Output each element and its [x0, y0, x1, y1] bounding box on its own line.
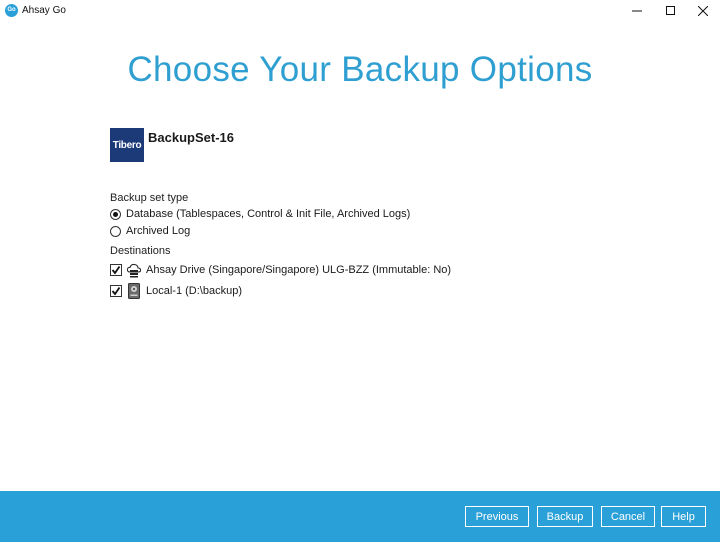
tibero-logo: Tibero: [110, 128, 144, 162]
close-button[interactable]: [686, 0, 720, 22]
page-title: Choose Your Backup Options: [127, 50, 593, 89]
destinations-label: Destinations: [110, 245, 171, 257]
destination-label: Local-1 (D:\backup): [146, 285, 242, 297]
title-bar: Go Ahsay Go: [0, 0, 720, 22]
minimize-icon: [632, 10, 642, 12]
destination-label: Ahsay Drive (Singapore/Singapore) ULG-BZ…: [146, 264, 452, 276]
radio-button[interactable]: [110, 208, 121, 220]
destination-ahsay-drive[interactable]: Ahsay Drive (Singapore/Singapore) ULG-BZ…: [110, 261, 451, 279]
help-button[interactable]: Help: [661, 506, 706, 527]
radio-button[interactable]: [110, 225, 121, 237]
checkbox[interactable]: [110, 285, 122, 297]
minimize-button[interactable]: [620, 0, 654, 22]
backup-set-type-label: Backup set type: [110, 192, 189, 204]
maximize-icon: [666, 6, 675, 15]
backup-button[interactable]: Backup: [537, 506, 593, 527]
maximize-button[interactable]: [654, 0, 688, 22]
radio-option-archived-log[interactable]: Archived Log: [110, 224, 190, 238]
radio-label: Archived Log: [126, 225, 191, 237]
backup-set-name: BackupSet-16: [148, 130, 234, 145]
previous-button[interactable]: Previous: [465, 506, 529, 527]
radio-option-database[interactable]: Database (Tablespaces, Control & Init Fi…: [110, 207, 410, 221]
app-logo-icon: Go: [5, 4, 18, 17]
cancel-button[interactable]: Cancel: [601, 506, 655, 527]
checkbox[interactable]: [110, 264, 122, 276]
cloud-drive-icon: [126, 262, 142, 278]
checkmark-icon: [111, 286, 121, 296]
radio-label: Database (Tablespaces, Control & Init Fi…: [126, 208, 411, 220]
close-icon: [698, 6, 708, 16]
destination-local-1[interactable]: Local-1 (D:\backup): [110, 282, 242, 300]
checkmark-icon: [111, 265, 121, 275]
window-title: Ahsay Go: [22, 5, 66, 16]
local-drive-icon: [126, 283, 142, 299]
